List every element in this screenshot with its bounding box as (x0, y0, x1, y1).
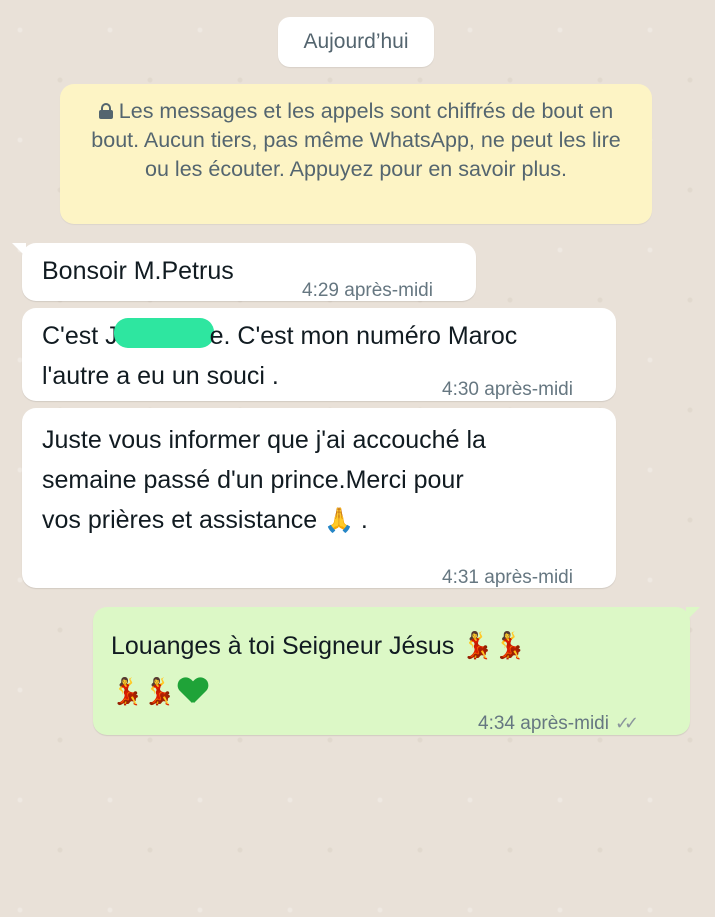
green-heart-icon (178, 676, 206, 704)
message-text: C'est J e. C'est mon numéro Maroc (42, 316, 517, 356)
message-text-body: Louanges à toi Seigneur Jésus (111, 632, 455, 660)
chat-area: Aujourd’hui Les messages et les appels s… (0, 0, 715, 917)
praying-hands-emoji: 🙏 (324, 507, 354, 534)
message-text-part: C'est J (42, 322, 118, 350)
date-separator: Aujourd’hui (278, 17, 434, 67)
message-bubble-incoming[interactable]: C'est J e. C'est mon numéro Maroc l'autre… (22, 308, 616, 401)
message-text: Bonsoir M.Petrus (42, 257, 234, 285)
message-time: 4:34 après-midi (478, 713, 609, 734)
message-emoji-line: 💃💃 (111, 671, 206, 712)
bubble-tail (686, 607, 700, 621)
message-text: Juste vous informer que j'ai accouché la… (42, 420, 486, 541)
encryption-notice[interactable]: Les messages et les appels sont chiffrés… (60, 84, 652, 224)
dancer-emoji: 💃💃 (461, 630, 527, 660)
message-time: 4:29 après-midi (302, 280, 433, 301)
message-time: 4:31 après-midi (442, 567, 573, 588)
dancer-emoji: 💃💃 (111, 676, 176, 706)
redaction-mark (113, 318, 214, 348)
message-bubble-incoming[interactable]: Bonsoir M.Petrus 4:29 après-midi (12, 243, 476, 301)
message-text: Louanges à toi Seigneur Jésus 💃💃 (111, 625, 526, 666)
message-text-part: e. C'est mon numéro Maroc (209, 322, 518, 350)
read-receipt-icon: ✓✓ (614, 713, 639, 733)
message-time-status: 4:34 après-midi ✓✓ (478, 703, 639, 744)
message-text-body: Juste vous informer que j'ai accouché la… (42, 426, 486, 534)
message-bubble-outgoing[interactable]: Louanges à toi Seigneur Jésus 💃💃 💃💃 4:34… (93, 607, 700, 735)
message-bubble-incoming[interactable]: Juste vous informer que j'ai accouché la… (22, 408, 616, 588)
bubble-tail (12, 243, 26, 257)
message-time: 4:30 après-midi (442, 379, 573, 400)
lock-icon (98, 103, 113, 119)
encryption-notice-text: Les messages et les appels sont chiffrés… (91, 99, 621, 181)
message-text-line2: l'autre a eu un souci . (42, 362, 279, 390)
date-label: Aujourd’hui (303, 30, 409, 53)
message-text-end: . (360, 506, 368, 534)
